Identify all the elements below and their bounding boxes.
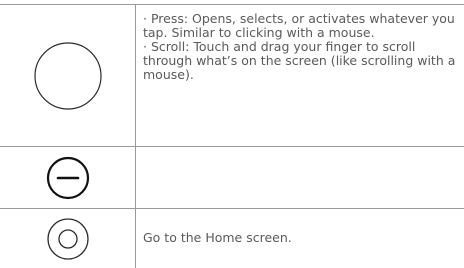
minus-circle-icon — [46, 156, 89, 199]
tap-gesture-icon — [33, 41, 102, 110]
press-description: · Press: Opens, selects, or activates wh… — [143, 11, 455, 40]
home-description: Go to the Home screen. — [143, 230, 292, 245]
column-divider — [135, 4, 136, 268]
table-row-icon-cell — [0, 5, 135, 146]
table-row-icon-cell — [0, 209, 135, 268]
table-row-icon-cell — [0, 147, 135, 208]
table-row-description: Go to the Home screen. — [143, 231, 459, 245]
scroll-description: · Scroll: Touch and drag your finger to … — [143, 39, 456, 82]
table-row-description: · Press: Opens, selects, or activates wh… — [143, 12, 459, 82]
home-button-icon — [46, 217, 89, 260]
